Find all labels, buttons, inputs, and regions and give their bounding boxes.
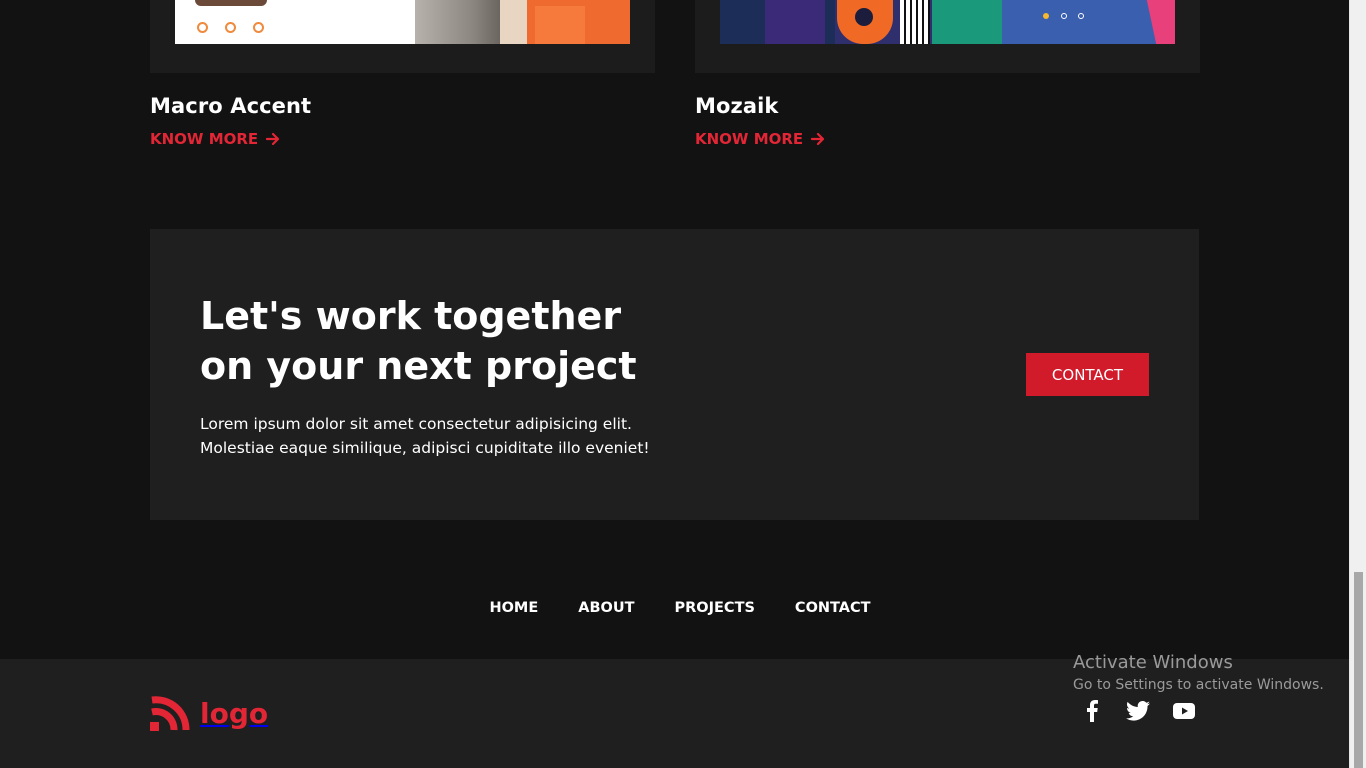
logo[interactable]: logo [150, 694, 268, 732]
logo-rss-icon [150, 696, 190, 731]
project-card-macro-accent [150, 0, 655, 73]
thumbnail-shape [500, 0, 530, 44]
contact-button[interactable]: CONTACT [1026, 353, 1149, 396]
footer-nav-home[interactable]: HOME [489, 600, 538, 616]
footer-nav-about[interactable]: ABOUT [578, 600, 634, 616]
social-dot-icon [197, 22, 208, 33]
scrollbar-thumb[interactable] [1354, 572, 1363, 768]
facebook-icon[interactable] [1080, 699, 1104, 723]
social-dot-icon [253, 22, 264, 33]
know-more-label: KNOW MORE [150, 130, 259, 148]
arrow-right-icon [811, 132, 825, 146]
footer-nav: HOME ABOUT PROJECTS CONTACT [0, 600, 1349, 616]
project-title: Mozaik [695, 94, 779, 118]
social-links [1080, 699, 1196, 723]
thumbnail-shape [765, 0, 825, 44]
cta-description: Lorem ipsum dolor sit amet consectetur a… [200, 412, 720, 460]
dot-icon [1043, 13, 1049, 19]
watermark-subtitle: Go to Settings to activate Windows. [1073, 677, 1324, 693]
cta-heading: Let's work together on your next project [200, 291, 720, 391]
footer-nav-contact[interactable]: CONTACT [795, 600, 871, 616]
project-card-mozaik [695, 0, 1200, 73]
know-more-link[interactable]: KNOW MORE [695, 130, 825, 148]
know-more-link[interactable]: KNOW MORE [150, 130, 280, 148]
arrow-right-icon [266, 132, 280, 146]
watermark-title: Activate Windows [1073, 652, 1233, 673]
know-more-label: KNOW MORE [695, 130, 804, 148]
cta-heading-line: Let's work together [200, 294, 622, 338]
twitter-icon[interactable] [1126, 699, 1150, 723]
logo-text: logo [200, 696, 269, 730]
thumbnail-shape [415, 0, 510, 44]
dot-icon [1061, 13, 1067, 19]
leaf-illustration [932, 0, 1002, 44]
piano-keys-illustration [900, 0, 930, 44]
guitar-illustration [837, 0, 893, 44]
social-dot-icon [225, 22, 236, 33]
cta-text-line: Lorem ipsum dolor sit amet consectetur a… [200, 415, 632, 433]
cta-section: Let's work together on your next project… [150, 229, 1199, 520]
youtube-icon[interactable] [1172, 699, 1196, 723]
footer-nav-projects[interactable]: PROJECTS [675, 600, 755, 616]
thumbnail-shape [535, 6, 585, 44]
project-title: Macro Accent [150, 94, 312, 118]
dot-icon [1078, 13, 1084, 19]
page-scrollbar[interactable] [1349, 0, 1366, 768]
read-more-pill [195, 0, 267, 6]
project-thumbnail[interactable] [175, 0, 630, 44]
cta-text-line: Molestiae eaque similique, adipisci cupi… [200, 439, 650, 457]
project-thumbnail[interactable] [720, 0, 1175, 44]
windows-activation-watermark: Activate Windows Go to Settings to activ… [1073, 652, 1324, 693]
cta-heading-line: on your next project [200, 344, 637, 388]
